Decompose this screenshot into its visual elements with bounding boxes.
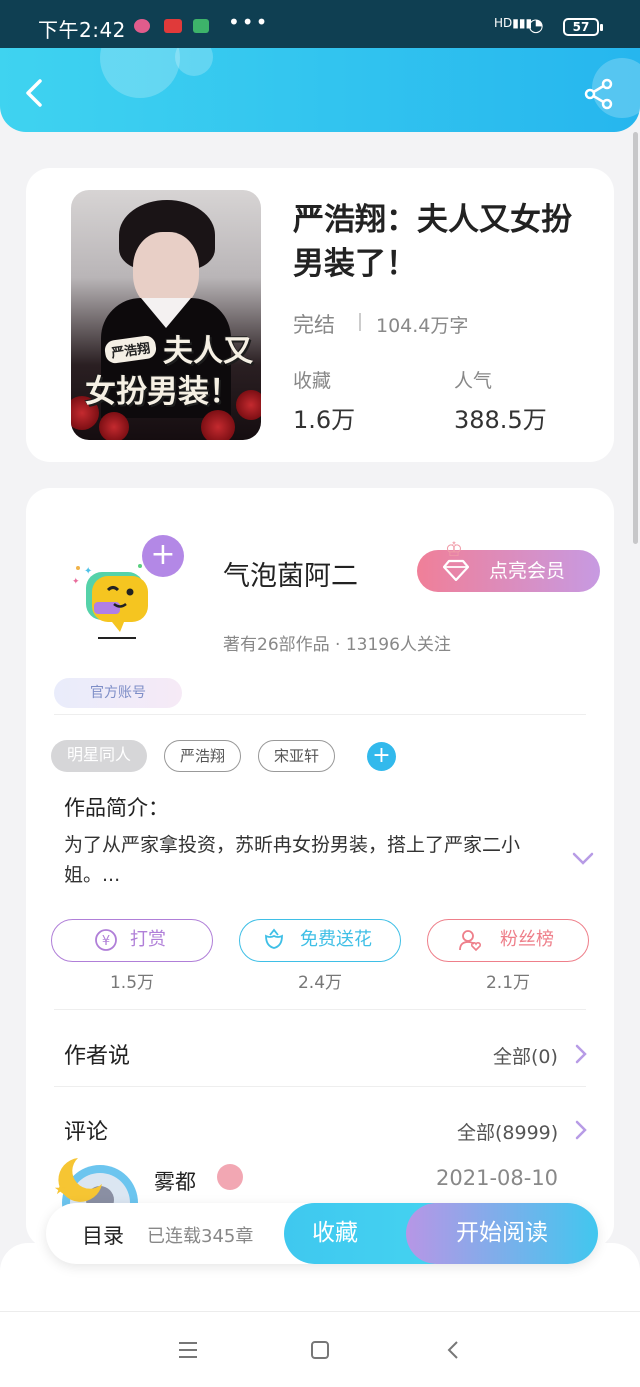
comment-date: 2021-08-10 — [436, 1166, 559, 1190]
author-info-card: ✦ ✦ + 气泡菌阿二 著有26部作品 · 13196人关注 官方账号 ♔ 点亮… — [26, 488, 614, 1248]
category-tag[interactable]: 明星同人 — [51, 740, 147, 772]
status-time: 下午2:42 — [38, 18, 126, 42]
tag-item[interactable]: 宋亚轩 — [258, 740, 335, 772]
more-notifications-icon: ••• — [228, 10, 270, 34]
popularity-label: 人气 — [454, 370, 493, 392]
book-title: 严浩翔：夫人又女扮男装了！ — [293, 202, 572, 282]
video-notification-icon — [193, 19, 209, 33]
flower-icon — [265, 928, 283, 949]
share-button[interactable] — [583, 78, 615, 110]
signal-icon: HD▮▮▮ — [494, 16, 533, 30]
status-bar: 下午2:42 ••• HD▮▮▮ ◔ 57 — [0, 0, 640, 48]
battery-indicator: 57 — [563, 18, 603, 36]
back-button[interactable] — [22, 78, 48, 108]
vip-membership-button[interactable]: ♔ 点亮会员 — [417, 537, 600, 592]
tip-button[interactable]: ¥ 打赏 — [51, 919, 213, 962]
expand-intro-chevron-icon[interactable] — [572, 852, 594, 866]
diamond-icon — [443, 559, 469, 581]
tip-label: 打赏 — [130, 929, 166, 950]
section-divider — [54, 1009, 586, 1010]
intro-text: 为了从严家拿投资，苏昕冉女扮男装，搭上了严家二小姐。... — [64, 834, 521, 886]
svg-text:✦: ✦ — [84, 566, 92, 577]
top-header — [0, 48, 640, 132]
status-separator — [359, 313, 361, 331]
table-of-contents-button[interactable]: 目录 — [82, 1220, 124, 1250]
start-reading-button[interactable]: 开始阅读 — [406, 1203, 598, 1264]
section-divider — [54, 714, 586, 715]
chevron-right-icon[interactable] — [575, 1120, 587, 1140]
intro-label: 作品简介： — [64, 796, 169, 820]
send-flower-count: 2.4万 — [297, 973, 343, 993]
favorites-value: 1.6万 — [293, 406, 356, 434]
comments-more-link[interactable]: 全部(8999) — [457, 1118, 558, 1145]
svg-text:¥: ¥ — [102, 934, 110, 949]
fan-ranking-button[interactable]: 粉丝榜 — [427, 919, 589, 962]
send-flower-button[interactable]: 免费送花 — [239, 919, 401, 962]
fan-ranking-count: 2.1万 — [485, 973, 531, 993]
yen-coin-icon: ¥ — [95, 929, 117, 951]
comments-title: 评论 — [64, 1120, 109, 1145]
author-says-title: 作者说 — [64, 1044, 131, 1069]
menu-nav-icon[interactable] — [177, 1339, 199, 1361]
scrollbar-thumb[interactable] — [633, 132, 638, 544]
popularity-value: 388.5万 — [454, 406, 547, 434]
app-notification-icon — [134, 19, 150, 33]
author-says-more-link[interactable]: 全部(0) — [493, 1042, 558, 1069]
book-status: 完结 — [293, 313, 335, 337]
vip-button-label: 点亮会员 — [489, 560, 566, 582]
book-cover[interactable]: 严浩翔 夫人又 女扮男装！ — [71, 190, 261, 440]
cover-rose — [99, 412, 129, 440]
author-name[interactable]: 气泡菌阿二 — [223, 554, 358, 593]
tag-item[interactable]: 严浩翔 — [164, 740, 241, 772]
fan-ranking-label: 粉丝榜 — [500, 929, 554, 950]
fan-ranking-icon — [459, 930, 482, 952]
book-info-card: 严浩翔 夫人又 女扮男装！ 严浩翔：夫人又女扮男装了！ 完结 104.4万字 收… — [26, 168, 614, 462]
author-meta: 著有26部作品 · 13196人关注 — [223, 635, 451, 655]
serial-chapter-count: 已连载345章 — [147, 1226, 254, 1247]
cover-rose — [201, 410, 235, 440]
back-nav-icon[interactable] — [443, 1339, 465, 1361]
tip-count: 1.5万 — [109, 973, 155, 993]
wifi-icon: ◔ — [528, 15, 544, 36]
news-notification-icon — [164, 19, 182, 33]
commenter-name[interactable]: 雾都 — [154, 1166, 196, 1196]
system-navigation-bar — [0, 1311, 640, 1387]
cover-title-line1: 夫人又 — [163, 334, 253, 369]
cover-title-line2: 女扮男装！ — [85, 374, 240, 410]
decor-bubble — [100, 48, 180, 98]
svg-text:✦: ✦ — [72, 577, 80, 587]
svg-text:★: ★ — [54, 1182, 67, 1198]
official-account-badge: 官方账号 — [54, 678, 182, 708]
favorites-label: 收藏 — [293, 370, 332, 392]
follow-author-button[interactable]: + — [142, 535, 184, 577]
home-nav-icon[interactable] — [309, 1339, 331, 1361]
decor-bubble — [175, 48, 213, 76]
chevron-right-icon[interactable] — [575, 1044, 587, 1064]
reading-action-bar: 目录 已连载345章 收藏 开始阅读 — [46, 1203, 598, 1264]
add-tag-button[interactable]: + — [367, 742, 396, 771]
send-flower-label: 免费送花 — [300, 929, 372, 950]
book-word-count: 104.4万字 — [376, 315, 469, 337]
section-divider — [54, 1086, 586, 1087]
vip-diamond-badge-icon — [217, 1164, 243, 1190]
